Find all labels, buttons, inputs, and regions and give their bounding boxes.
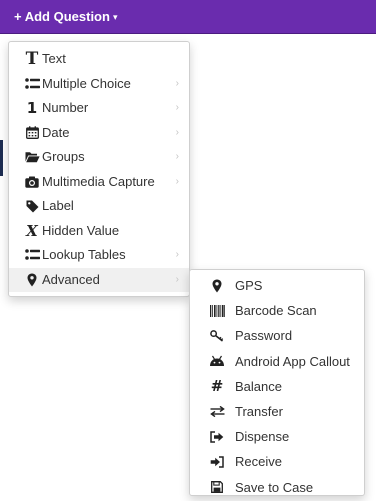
menu-item-label: Number	[42, 100, 89, 115]
chevron-right-icon: ›	[175, 77, 179, 89]
add-question-label: + Add Question	[14, 9, 110, 24]
background-edge	[0, 140, 3, 176]
map-marker-icon	[23, 268, 41, 293]
map-marker-icon	[208, 273, 226, 298]
menu-item-label: Groups	[42, 149, 85, 164]
submenu-item-label: Dispense	[235, 429, 290, 445]
list-icon	[23, 243, 41, 268]
hash-icon: #	[210, 376, 224, 395]
submenu-item-dispense[interactable]: Dispense	[190, 424, 364, 449]
submenu-item-barcode-scan[interactable]: Barcode Scan	[190, 298, 364, 323]
submenu-item-label: Android App Callout	[235, 353, 350, 369]
submenu-item-receive[interactable]: Receive	[190, 449, 364, 474]
menu-item-label: Lookup Tables	[42, 247, 126, 262]
sign-in-icon	[208, 449, 226, 474]
advanced-submenu: GPS Barcode Scan Password Android App Ca…	[189, 269, 365, 496]
submenu-item-transfer[interactable]: Transfer	[190, 399, 364, 424]
submenu-item-label: Receive	[235, 454, 282, 470]
android-icon	[208, 349, 226, 374]
menu-item-multimedia-capture[interactable]: Multimedia Capture ›	[9, 170, 189, 195]
menu-item-label: Date	[42, 124, 70, 140]
menu-item-groups[interactable]: Groups ›	[9, 145, 189, 170]
menu-item-number[interactable]: 1 Number ›	[9, 96, 189, 121]
camera-icon	[23, 170, 41, 195]
menu-item-multiple-choice[interactable]: Multiple Choice ›	[9, 72, 189, 97]
sign-out-icon	[208, 424, 226, 449]
submenu-item-gps[interactable]: GPS	[190, 273, 364, 298]
submenu-item-label: Balance	[235, 378, 282, 394]
caret-down-icon: ▾	[112, 12, 118, 22]
menu-item-date[interactable]: Date ›	[9, 121, 189, 146]
folder-open-icon	[23, 145, 41, 170]
menu-item-label: Text	[42, 51, 66, 66]
submenu-item-android-app-callout[interactable]: Android App Callout	[190, 349, 364, 374]
chevron-right-icon: ›	[175, 273, 179, 285]
submenu-item-label: Save to Case	[235, 479, 314, 495]
number-icon: 1	[26, 99, 38, 117]
menu-item-label: Hidden Value	[42, 222, 120, 238]
submenu-item-password[interactable]: Password	[190, 323, 364, 348]
calendar-icon	[23, 121, 41, 146]
submenu-item-save-to-case[interactable]: Save to Case	[190, 475, 364, 500]
menu-item-label: Label	[42, 198, 74, 213]
question-type-menu: T Text Multiple Choice › 1 Number › Date…	[8, 41, 190, 297]
add-question-button[interactable]: + Add Question ▾	[14, 6, 117, 28]
submenu-item-label: Transfer	[235, 403, 283, 419]
submenu-item-balance[interactable]: # Balance	[190, 374, 364, 399]
menu-item-label: Multiple Choice	[42, 75, 131, 91]
menu-item-advanced[interactable]: Advanced ›	[9, 267, 189, 293]
submenu-item-label: GPS	[235, 278, 263, 293]
chevron-right-icon: ›	[175, 151, 179, 162]
menu-item-label-type[interactable]: Label	[9, 194, 189, 219]
submenu-item-label: Password	[235, 328, 293, 344]
exchange-icon	[208, 399, 226, 424]
save-icon	[208, 475, 226, 500]
chevron-right-icon: ›	[175, 249, 179, 260]
key-icon	[208, 323, 226, 348]
chevron-right-icon: ›	[175, 102, 179, 113]
menu-item-label: Advanced	[42, 271, 100, 287]
tag-icon	[23, 194, 41, 219]
text-icon: T	[25, 49, 39, 69]
chevron-right-icon: ›	[175, 126, 179, 138]
menu-item-label: Multimedia Capture	[42, 173, 155, 189]
menu-item-hidden-value[interactable]: X Hidden Value	[9, 219, 189, 244]
menu-item-text[interactable]: T Text	[9, 47, 189, 72]
hidden-value-icon: X	[26, 221, 38, 240]
list-icon	[23, 72, 41, 97]
submenu-item-label: Barcode Scan	[235, 303, 317, 319]
chevron-right-icon: ›	[175, 175, 179, 187]
barcode-icon	[208, 298, 226, 323]
menu-item-lookup-tables[interactable]: Lookup Tables ›	[9, 243, 189, 268]
top-toolbar: + Add Question ▾	[0, 0, 376, 34]
